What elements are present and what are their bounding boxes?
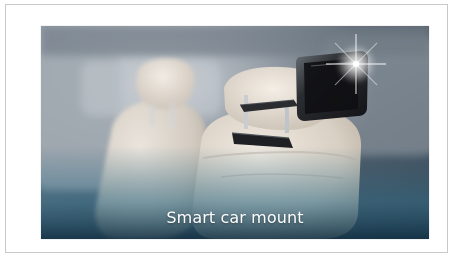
banner-caption: Smart car mount	[166, 208, 304, 227]
product-banner: Smart car mount	[41, 26, 429, 239]
